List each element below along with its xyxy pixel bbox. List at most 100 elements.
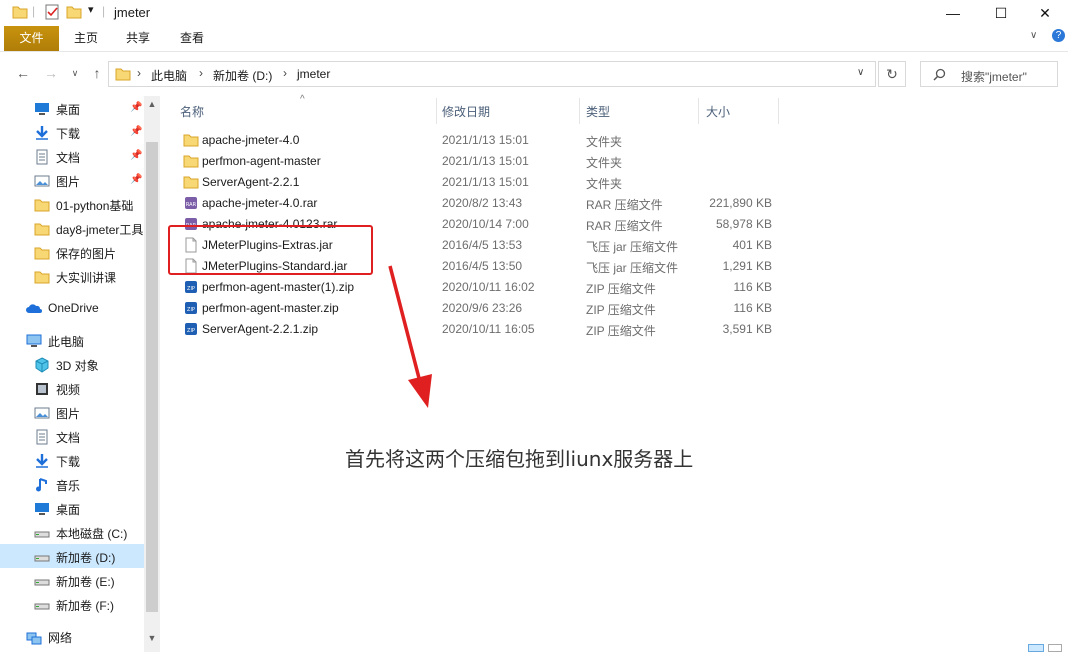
breadcrumb-separator[interactable]: › [283,66,287,80]
file-name: perfmon-agent-master [202,154,321,168]
download-icon [34,453,50,468]
nav-scroll-thumb[interactable] [146,142,158,612]
nav-item[interactable]: 新加卷 (E:) [0,568,144,592]
nav-item[interactable]: 01-python基础 [0,192,144,216]
file-date: 2020/8/2 13:43 [442,196,523,210]
file-row[interactable]: ServerAgent-2.2.1 2021/1/13 15:01 文件夹 [180,172,780,193]
nav-item[interactable]: 下载 [0,448,144,472]
nav-item[interactable]: 保存的图片 [0,240,144,264]
folder-icon [183,132,199,148]
file-name: perfmon-agent-master.zip [202,301,339,315]
column-header-name[interactable]: 名称 [180,103,204,120]
column-header-type[interactable]: 类型 [586,103,610,120]
scroll-up-icon[interactable]: ▲ [144,96,160,112]
details-view-icon[interactable] [1028,644,1044,652]
search-icon [933,68,946,81]
nav-item[interactable]: 文档 [0,424,144,448]
tab-home[interactable]: 主页 [64,26,108,51]
nav-item-label: 新加卷 (F:) [56,599,114,613]
folder-icon [34,197,50,212]
breadcrumb-jmeter[interactable]: jmeter [297,67,330,81]
file-row[interactable]: ZIP ServerAgent-2.2.1.zip 2020/10/11 16:05… [180,319,780,340]
column-header-date[interactable]: 修改日期 [442,103,490,120]
file-row[interactable]: ZIP perfmon-agent-master(1).zip 2020/10/11… [180,277,780,298]
properties-icon[interactable] [44,4,60,20]
nav-item[interactable]: OneDrive [0,296,144,320]
file-date: 2020/9/6 23:26 [442,301,523,315]
nav-item[interactable]: 新加卷 (D:) [0,544,144,568]
up-icon[interactable]: ↑ [88,64,106,82]
pin-icon: 📌 [130,102,143,113]
column-divider[interactable] [436,98,437,124]
recent-locations-icon[interactable]: ∨ [66,64,84,82]
nav-item[interactable]: 下载 📌 [0,120,144,144]
nav-item-label: 新加卷 (E:) [56,575,115,589]
address-bar[interactable]: › 此电脑 › 新加卷 (D:) › jmeter ∨ [108,61,876,87]
nav-item[interactable]: 桌面 📌 [0,96,144,120]
breadcrumb-separator[interactable]: › [199,66,203,80]
file-row[interactable]: perfmon-agent-master 2021/1/13 15:01 文件夹 [180,151,780,172]
nav-item-label: 桌面 [56,103,81,117]
new-folder-icon[interactable] [66,4,82,20]
column-header-size[interactable]: 大小 [706,103,730,120]
nav-item[interactable]: 桌面 [0,496,144,520]
search-box[interactable]: 搜索"jmeter" [920,61,1058,87]
maximize-button[interactable]: ☐ [978,0,1024,26]
customize-quick-access-icon[interactable]: ▾ [88,3,94,16]
svg-text:ZIP: ZIP [187,328,195,334]
this-pc-icon [26,333,42,347]
title-divider: | [102,4,106,18]
ribbon-expand-icon[interactable]: ∨ [1030,30,1037,41]
scroll-down-icon[interactable]: ▼ [144,630,160,646]
nav-item[interactable]: 网络 [0,624,144,648]
column-divider[interactable] [698,98,699,124]
nav-item-label: 新加卷 (D:) [56,551,116,565]
explorer-window: | ▾ | jmeter — ☐ ✕ 文件 主页 共享 查看 ∨ ? ← → ∨… [0,0,1068,652]
nav-item[interactable]: day8-jmeter工具 [0,216,144,240]
nav-item-label: 下载 [56,455,81,469]
tab-share[interactable]: 共享 [116,26,160,51]
nav-item[interactable]: 3D 对象 [0,352,144,376]
large-icons-view-icon[interactable] [1048,644,1062,652]
help-icon[interactable]: ? [1052,29,1065,42]
svg-text:ZIP: ZIP [187,307,195,313]
view-toggle[interactable] [1024,644,1064,652]
file-size: 3,591 KB [722,322,772,336]
nav-item[interactable]: 文档 📌 [0,144,144,168]
nav-item[interactable]: 本地磁盘 (C:) [0,520,144,544]
forward-icon[interactable]: → [42,64,60,82]
nav-item[interactable]: 音乐 [0,472,144,496]
drive-icon [34,549,50,563]
nav-item[interactable]: 新加卷 (F:) [0,592,144,616]
minimize-button[interactable]: — [930,0,976,26]
refresh-button[interactable]: ↻ [878,61,906,87]
folder-icon [183,174,199,190]
file-row[interactable]: RAR apache-jmeter-4.0.rar 2020/8/2 13:43 RA… [180,193,780,214]
file-row[interactable]: apache-jmeter-4.0 2021/1/13 15:01 文件夹 [180,130,780,151]
breadcrumb-drive-d[interactable]: 新加卷 (D:) [213,67,272,84]
nav-item[interactable]: 大实训讲课 [0,264,144,288]
nav-item[interactable]: 图片 📌 [0,168,144,192]
address-dropdown-icon[interactable]: ∨ [857,67,864,78]
nav-item[interactable]: 此电脑 [0,328,144,352]
back-icon[interactable]: ← [14,64,32,82]
drive-icon [34,573,50,587]
nav-item-label: 01-python基础 [56,199,134,213]
nav-scrollbar[interactable]: ▲ ▼ [144,96,160,652]
tab-file[interactable]: 文件 [4,26,59,51]
breadcrumb-separator[interactable]: › [137,66,141,80]
desktop-icon [34,101,50,115]
file-row[interactable]: ZIP perfmon-agent-master.zip 2020/9/6 23:2… [180,298,780,319]
nav-item[interactable]: 视频 [0,376,144,400]
close-button[interactable]: ✕ [1022,0,1068,26]
nav-item[interactable]: 图片 [0,400,144,424]
file-date: 2021/1/13 15:01 [442,133,529,147]
column-divider[interactable] [778,98,779,124]
column-divider[interactable] [579,98,580,124]
file-date: 2020/10/11 16:02 [442,280,535,294]
breadcrumb-this-pc[interactable]: 此电脑 [151,67,187,84]
file-size: 1,291 KB [722,259,772,273]
nav-item-label: 文档 [56,151,81,165]
tab-view[interactable]: 查看 [170,26,214,51]
desktop-icon [34,501,50,515]
